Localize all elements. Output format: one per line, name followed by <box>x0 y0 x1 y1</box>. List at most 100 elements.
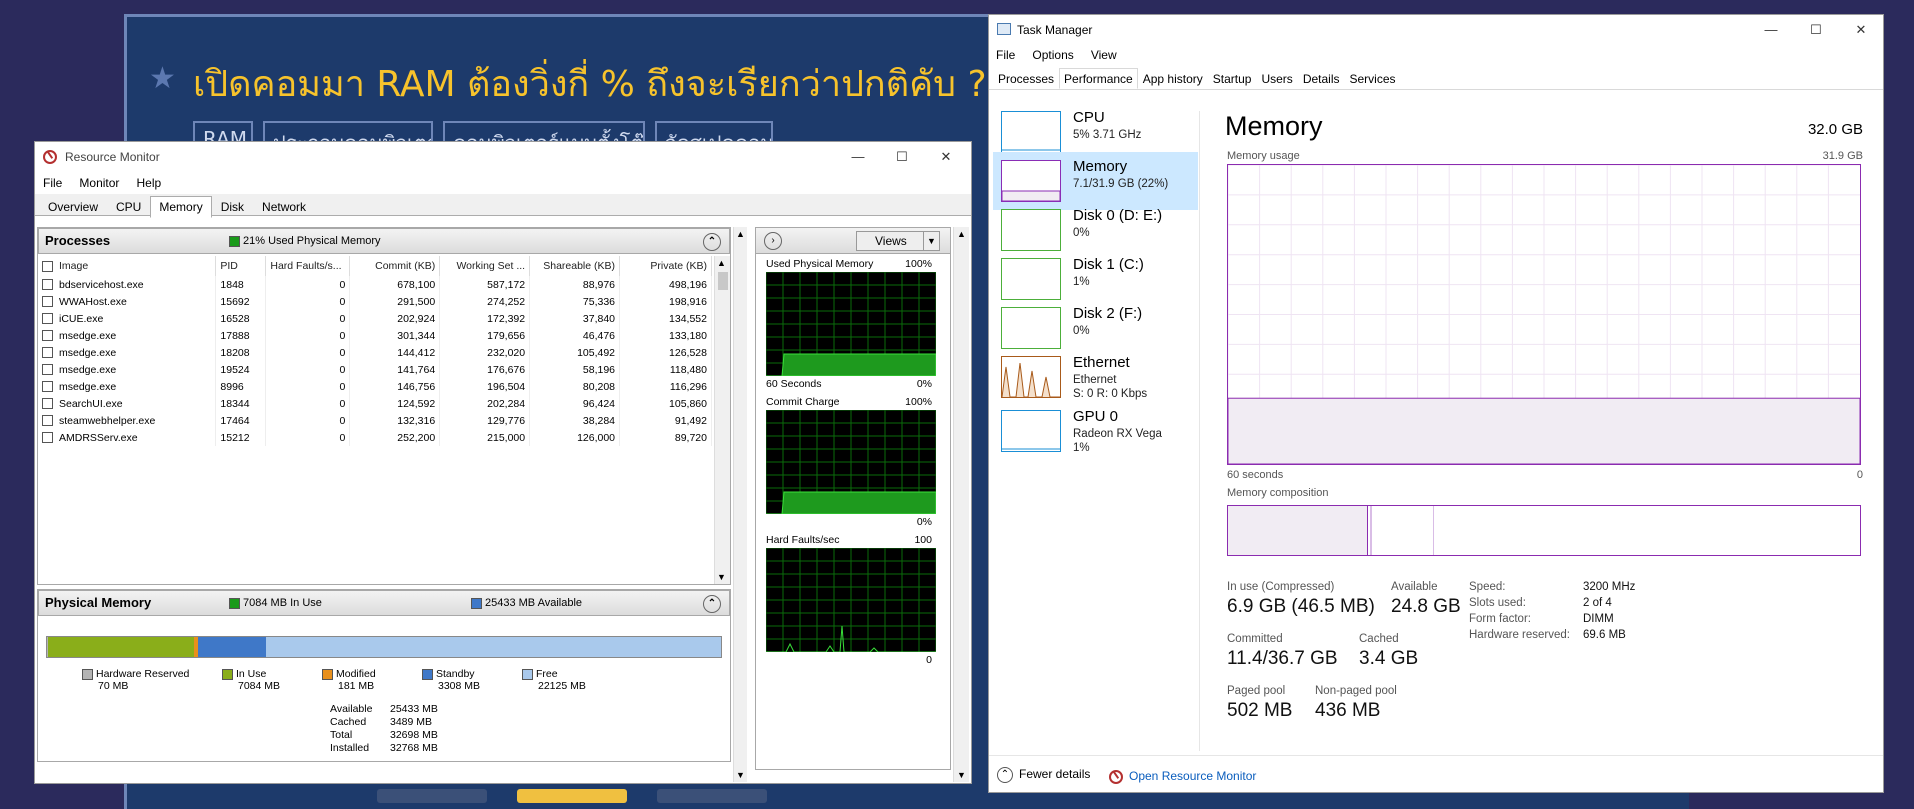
graph-canvas <box>766 548 936 652</box>
menu-file[interactable]: File <box>43 176 62 190</box>
detail-key: Hardware reserved: <box>1469 629 1570 641</box>
tab-details[interactable]: Details <box>1298 68 1345 89</box>
close-button[interactable]: ✕ <box>1839 15 1883 45</box>
close-button[interactable]: ✕ <box>924 142 968 172</box>
tab-startup[interactable]: Startup <box>1208 68 1257 89</box>
processes-scrollbar[interactable]: ▲ ▼ <box>714 256 730 584</box>
sidebar-name: CPU <box>1073 109 1105 126</box>
scroll-up-icon[interactable]: ▲ <box>957 229 966 239</box>
table-cell: 91,492 <box>619 412 712 429</box>
x-axis-left-label: 60 seconds <box>1227 469 1284 481</box>
row-checkbox[interactable] <box>42 296 53 308</box>
views-dropdown[interactable]: Views ▼ <box>856 231 940 251</box>
graph-footer-right: 0% <box>916 516 932 528</box>
tab-services[interactable]: Services <box>1345 68 1401 89</box>
bg-button[interactable] <box>657 789 767 803</box>
table-row[interactable]: AMDRSServ.exe 15212 0 252,200 215,000 126,000… <box>38 429 712 446</box>
col-working-set[interactable]: Working Set ... <box>439 256 531 276</box>
row-checkbox[interactable] <box>42 381 53 393</box>
stat-label: Cached <box>1359 633 1399 645</box>
table-cell: msedge.exe <box>38 344 217 361</box>
sidebar-item-ethernet-5[interactable]: Ethernet Ethernet S: 0 R: 0 Kbps <box>993 348 1198 406</box>
tab-overview[interactable]: Overview <box>39 196 107 218</box>
fewer-details-button[interactable]: ⌃ Fewer details <box>997 767 1090 783</box>
table-cell: msedge.exe <box>38 327 217 344</box>
bg-button[interactable] <box>377 789 487 803</box>
scroll-up-icon[interactable]: ▲ <box>717 258 726 268</box>
tab-app-history[interactable]: App history <box>1138 68 1208 89</box>
sidebar-thumbnail <box>1001 307 1061 349</box>
tab-memory[interactable]: Memory <box>150 196 212 218</box>
menu-monitor[interactable]: Monitor <box>79 176 119 190</box>
maximize-button[interactable]: ☐ <box>1794 15 1838 45</box>
chevron-up-icon[interactable]: ⌃ <box>703 595 721 613</box>
table-row[interactable]: msedge.exe 18208 0 144,412 232,020 105,492 126… <box>38 344 712 361</box>
title-bar[interactable]: Resource Monitor — ☐ ✕ <box>35 142 971 172</box>
menu-help[interactable]: Help <box>136 176 161 190</box>
legend-name: Hardware Reserved <box>96 668 190 680</box>
col-hard-faults[interactable]: Hard Faults/s... <box>265 256 351 276</box>
graphs-scrollbar[interactable]: ▲ ▼ <box>953 227 969 782</box>
row-checkbox[interactable] <box>42 313 53 325</box>
table-cell: 232,020 <box>439 344 531 361</box>
processes-header[interactable]: Processes 21% Used Physical Memory ⌃ <box>38 228 730 254</box>
table-cell: 37,840 <box>529 310 621 327</box>
chevron-right-icon[interactable]: › <box>764 232 782 250</box>
col-private[interactable]: Private (KB) <box>619 256 712 276</box>
star-icon[interactable]: ★ <box>149 61 176 96</box>
menu-view[interactable]: View <box>1091 48 1117 62</box>
table-row[interactable]: msedge.exe 17888 0 301,344 179,656 46,476 133,… <box>38 327 712 344</box>
bar-standby <box>197 637 266 657</box>
scroll-up-icon[interactable]: ▲ <box>736 229 745 239</box>
tab-performance[interactable]: Performance <box>1059 68 1138 89</box>
main-scrollbar[interactable]: ▲ ▼ <box>733 227 747 782</box>
minimize-button[interactable]: — <box>836 142 880 172</box>
table-cell: 202,924 <box>349 310 441 327</box>
row-checkbox[interactable] <box>42 364 53 376</box>
table-row[interactable]: WWAHost.exe 15692 0 291,500 274,252 75,336 198… <box>38 293 712 310</box>
scroll-thumb[interactable] <box>718 272 728 290</box>
row-checkbox[interactable] <box>42 415 53 427</box>
tab-network[interactable]: Network <box>253 196 315 218</box>
scroll-down-icon[interactable]: ▼ <box>957 770 966 780</box>
row-checkbox[interactable] <box>42 279 53 291</box>
tab-processes[interactable]: Processes <box>993 68 1059 89</box>
row-checkbox[interactable] <box>42 347 53 359</box>
menu-file[interactable]: File <box>996 48 1015 62</box>
table-row[interactable]: iCUE.exe 16528 0 202,924 172,392 37,840 134,55… <box>38 310 712 327</box>
scroll-down-icon[interactable]: ▼ <box>736 770 745 780</box>
col-commit[interactable]: Commit (KB) <box>349 256 441 276</box>
select-all-checkbox[interactable] <box>42 260 53 272</box>
bg-button-active[interactable] <box>517 789 627 803</box>
sidebar-thumbnail <box>1001 410 1061 452</box>
maximize-button[interactable]: ☐ <box>880 142 924 172</box>
table-row[interactable]: steamwebhelper.exe 17464 0 132,316 129,776 38… <box>38 412 712 429</box>
stat-label: Paged pool <box>1227 685 1286 697</box>
sidebar-item-gpu-6[interactable]: GPU 0 Radeon RX Vega 1% <box>993 402 1198 460</box>
table-row[interactable]: bdservicehost.exe 1848 0 678,100 587,172 88,9… <box>38 276 712 293</box>
table-row[interactable]: SearchUI.exe 18344 0 124,592 202,284 96,424 10… <box>38 395 712 412</box>
table-row[interactable]: msedge.exe 19524 0 141,764 176,676 58,196 118,… <box>38 361 712 378</box>
chevron-down-icon[interactable]: ▼ <box>923 232 939 250</box>
tab-cpu[interactable]: CPU <box>107 196 150 218</box>
chevron-up-icon[interactable]: ⌃ <box>703 233 721 251</box>
title-bar[interactable]: Task Manager — ☐ ✕ <box>989 15 1883 45</box>
performance-sidebar: CPU 5% 3.71 GHz Memory 7.1/31.9 GB (22%) Dis… <box>989 101 1201 741</box>
table-cell: 126,000 <box>529 429 621 446</box>
table-cell: 0 <box>265 276 351 293</box>
col-shareable[interactable]: Shareable (KB) <box>529 256 621 276</box>
scroll-down-icon[interactable]: ▼ <box>717 572 726 582</box>
open-resource-monitor-link[interactable]: Open Resource Monitor <box>1109 769 1256 784</box>
tab-disk[interactable]: Disk <box>212 196 253 218</box>
col-image[interactable]: Image <box>38 256 217 276</box>
row-checkbox[interactable] <box>42 330 53 342</box>
row-checkbox[interactable] <box>42 432 53 444</box>
col-pid[interactable]: PID <box>215 256 267 276</box>
table-row[interactable]: msedge.exe 8996 0 146,756 196,504 80,208 116,2… <box>38 378 712 395</box>
sidebar-thumbnail <box>1001 111 1061 153</box>
minimize-button[interactable]: — <box>1749 15 1793 45</box>
row-checkbox[interactable] <box>42 398 53 410</box>
tab-users[interactable]: Users <box>1256 68 1297 89</box>
menu-options[interactable]: Options <box>1032 48 1073 62</box>
physical-memory-header[interactable]: Physical Memory 7084 MB In Use 25433 MB … <box>38 590 730 616</box>
